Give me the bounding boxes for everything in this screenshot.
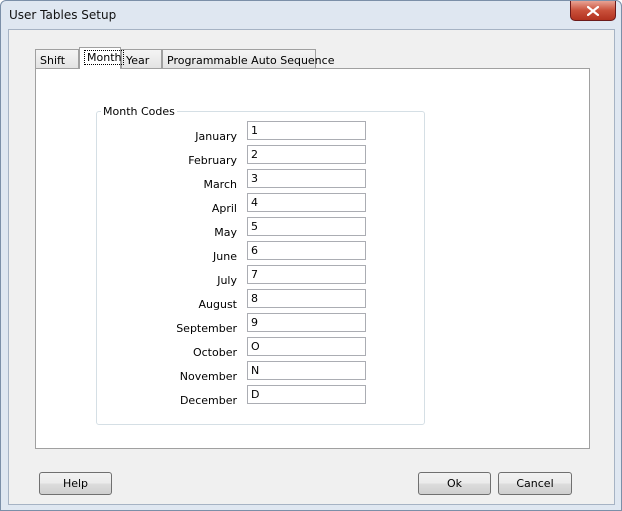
month-label-september: September [176,322,237,335]
month-code-input-october[interactable] [247,337,366,356]
tab-year[interactable]: Year [121,49,162,68]
month-code-input-august[interactable] [247,289,366,308]
tab-shift-label: Shift [40,54,66,67]
month-code-input-july[interactable] [247,265,366,284]
month-codes-group-label: Month Codes [101,105,177,118]
month-code-input-january[interactable] [247,121,366,140]
help-button[interactable]: Help [39,472,112,495]
month-code-input-september[interactable] [247,313,366,332]
tab-month-label: Month [84,50,125,65]
close-icon [587,5,599,16]
ok-button[interactable]: Ok [418,472,491,495]
month-codes-group: Month Codes January February March April… [96,105,425,425]
tab-programmable-auto-sequence[interactable]: Programmable Auto Sequence [162,49,334,68]
window-title: User Tables Setup [9,8,117,22]
month-label-april: April [211,202,237,215]
month-label-february: February [188,154,237,167]
month-code-input-february[interactable] [247,145,366,164]
tab-month[interactable]: Month [79,47,125,69]
month-label-december: December [179,394,237,407]
tab-programmable-auto-sequence-label: Programmable Auto Sequence [167,54,335,67]
month-label-march: March [203,178,237,191]
month-label-january: January [195,130,237,143]
title-bar: User Tables Setup [1,1,621,29]
month-tab-panel: Month Codes January February March April… [35,68,590,449]
month-code-input-may[interactable] [247,217,366,236]
close-button[interactable] [570,1,616,21]
month-code-input-november[interactable] [247,361,366,380]
month-code-input-march[interactable] [247,169,366,188]
month-code-input-april[interactable] [247,193,366,212]
cancel-button[interactable]: Cancel [498,472,572,495]
month-code-input-june[interactable] [247,241,366,260]
month-label-june: June [213,250,237,263]
dialog-client-area: Shift Month Year Programmable Auto Seque… [8,29,615,505]
month-label-may: May [214,226,237,239]
tab-year-label: Year [126,54,150,67]
month-label-august: August [198,298,238,311]
month-label-october: October [192,346,237,359]
dialog-window: User Tables Setup Shift Month Year Progr… [0,0,622,511]
month-code-input-december[interactable] [247,385,366,404]
tab-shift[interactable]: Shift [35,49,79,68]
month-label-november: November [179,370,237,383]
month-label-july: July [217,274,237,287]
